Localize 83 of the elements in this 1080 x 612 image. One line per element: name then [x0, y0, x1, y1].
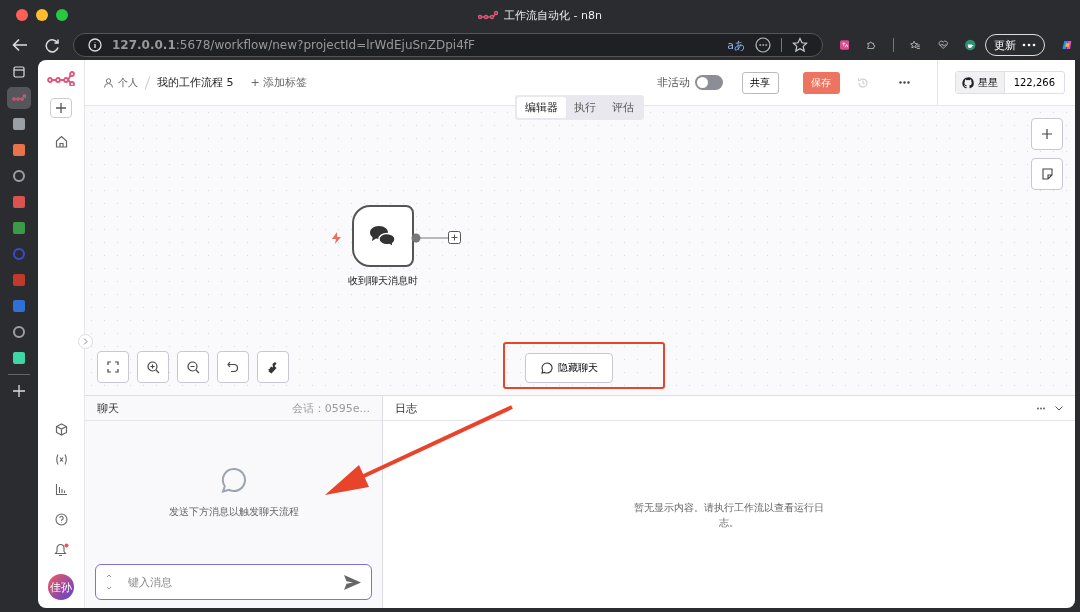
- info-icon: [88, 38, 102, 52]
- chart-icon[interactable]: [54, 483, 68, 496]
- github-stars-button[interactable]: 星星 122,266: [954, 71, 1065, 94]
- chat-panel-title: 聊天: [97, 400, 119, 416]
- bell-icon[interactable]: [53, 543, 69, 557]
- reload-icon[interactable]: [45, 37, 60, 53]
- user-icon: [104, 77, 113, 88]
- chevron-down-icon[interactable]: [1055, 405, 1063, 411]
- star-icon[interactable]: [792, 37, 808, 53]
- stars-count: 122,266: [1012, 76, 1056, 90]
- zoom-out-icon: [186, 360, 200, 374]
- tidy-up-button[interactable]: [257, 351, 289, 383]
- share-button[interactable]: 共享: [741, 71, 779, 94]
- undo-icon: [227, 361, 239, 373]
- zoom-in-button[interactable]: [137, 351, 169, 383]
- fit-view-button[interactable]: [97, 351, 129, 383]
- back-icon[interactable]: [12, 38, 28, 52]
- close-window-button[interactable]: [16, 9, 28, 21]
- workflow-name[interactable]: 我的工作流程 5: [157, 75, 234, 90]
- tab-icon[interactable]: [13, 118, 25, 130]
- zoom-out-button[interactable]: [177, 351, 209, 383]
- undo-button[interactable]: [217, 351, 249, 383]
- more-icon[interactable]: [755, 37, 771, 53]
- translate-button[interactable]: aあ: [727, 37, 745, 53]
- n8n-logo-icon: [478, 10, 499, 21]
- breadcrumb-link[interactable]: 个人: [118, 75, 138, 90]
- create-button[interactable]: [50, 98, 72, 118]
- tab-icon[interactable]: [13, 326, 25, 338]
- view-tab[interactable]: 评估: [604, 97, 642, 118]
- sticky-note-button[interactable]: [1031, 158, 1063, 190]
- maximize-window-button[interactable]: [56, 9, 68, 21]
- broom-icon: [266, 360, 280, 374]
- chat-empty-message: 发送下方消息以触发聊天流程: [168, 504, 299, 519]
- github-icon: [961, 76, 974, 89]
- tab-icon[interactable]: [13, 170, 25, 182]
- note-icon: [1041, 168, 1053, 180]
- tab-icon[interactable]: [13, 352, 25, 364]
- minimize-window-button[interactable]: [36, 9, 48, 21]
- session-id: 会话：0595e...: [291, 400, 370, 416]
- zoom-in-icon: [146, 360, 160, 374]
- tab-icon[interactable]: [13, 222, 25, 234]
- stars-label: 星星: [977, 75, 998, 90]
- address-bar[interactable]: 127.0.0.1:5678/workflow/new?projectId=lrWdEjuSnZDpi4fF aあ: [73, 33, 823, 57]
- url-text: 127.0.0.1:5678/workflow/new?projectId=lrWdEjuSnZDpi4fF: [112, 38, 475, 52]
- lightning-icon: [332, 232, 341, 244]
- templates-icon[interactable]: [54, 423, 68, 436]
- page-title: 工作流自动化 - n8n: [504, 8, 602, 23]
- sidebar-toggle-icon[interactable]: [13, 66, 25, 78]
- plus-icon: [56, 103, 66, 113]
- fullscreen-icon: [107, 361, 119, 373]
- more-icon: [1021, 43, 1036, 47]
- add-tab-icon[interactable]: [13, 385, 25, 397]
- message-field[interactable]: 键入消息: [95, 564, 372, 600]
- chat-bubble-icon: [540, 362, 553, 374]
- tab-icon[interactable]: [13, 144, 25, 156]
- chat-bubbles-icon: [369, 225, 397, 247]
- chat-trigger-node[interactable]: [352, 205, 414, 267]
- node-connector[interactable]: [411, 230, 461, 246]
- send-icon[interactable]: [344, 574, 361, 590]
- logs-panel-title: 日志: [395, 400, 417, 416]
- more-icon[interactable]: [1037, 406, 1045, 410]
- active-toggle[interactable]: [694, 75, 723, 90]
- n8n-logo-icon[interactable]: [47, 70, 75, 86]
- add-tag-link[interactable]: + 添加标签: [250, 75, 308, 90]
- variables-icon[interactable]: [54, 453, 68, 466]
- more-icon[interactable]: [898, 81, 910, 84]
- home-icon[interactable]: [54, 135, 68, 148]
- n8n-tab-icon[interactable]: [7, 87, 31, 109]
- translate-app-icon[interactable]: [840, 37, 850, 53]
- plus-icon: [1042, 129, 1052, 139]
- node-label: 收到聊天消息时: [347, 274, 419, 288]
- chevron-right-icon: [83, 338, 88, 345]
- message-input[interactable]: 键入消息: [126, 574, 330, 590]
- help-icon[interactable]: [54, 513, 68, 526]
- add-node-button[interactable]: [1031, 118, 1063, 150]
- user-avatar[interactable]: 佳孙: [48, 574, 74, 600]
- active-label: 非活动: [656, 75, 690, 90]
- hide-chat-button[interactable]: 隐藏聊天: [525, 353, 613, 383]
- chat-bubble-icon: [220, 466, 247, 493]
- view-tab[interactable]: 编辑器: [517, 97, 566, 118]
- logs-empty-message: 暂无显示内容。请执行工作流以查看运行日志。: [633, 500, 825, 530]
- history-arrows-icon[interactable]: [106, 574, 112, 590]
- view-tab[interactable]: 执行: [566, 97, 604, 118]
